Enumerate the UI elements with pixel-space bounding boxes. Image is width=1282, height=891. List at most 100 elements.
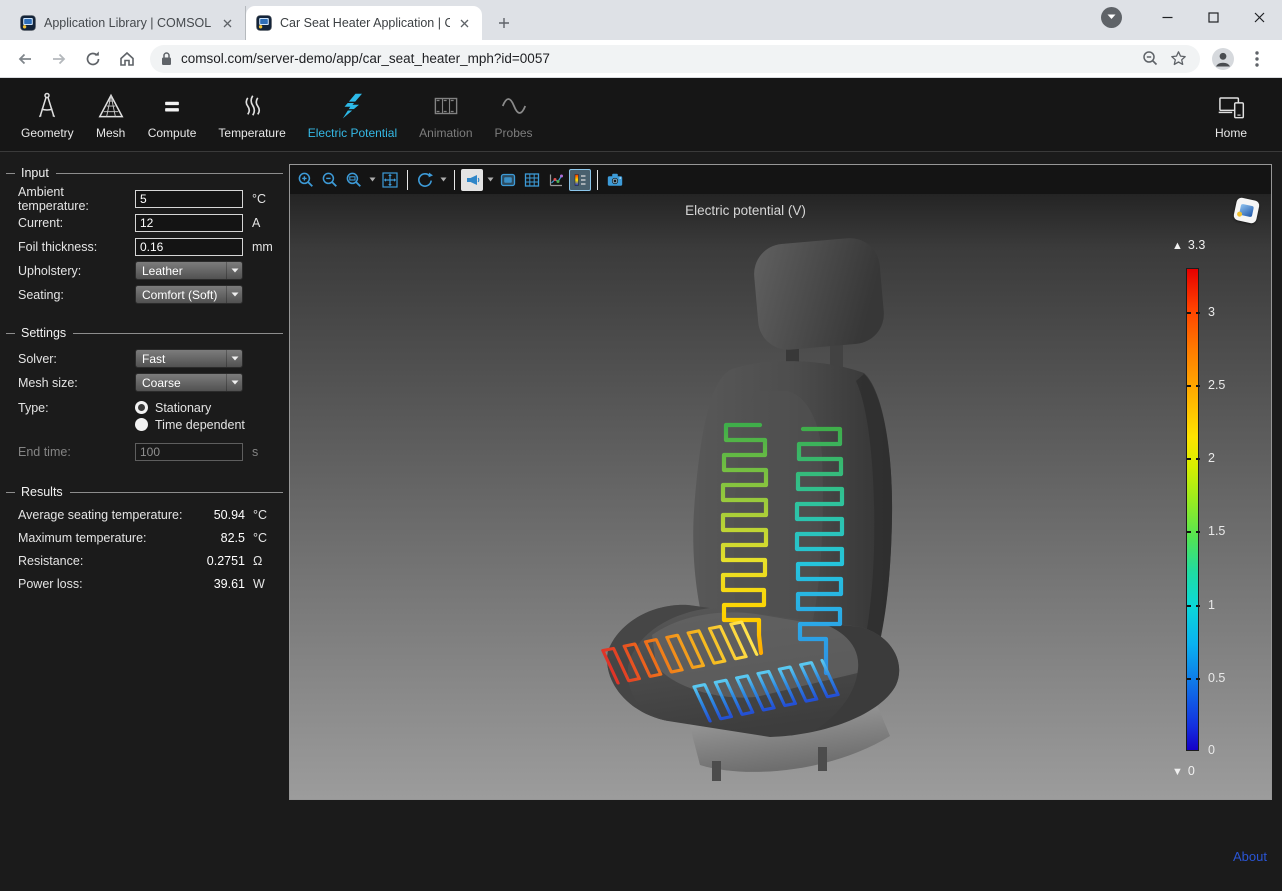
chevron-down-icon xyxy=(226,286,242,303)
unit-label: Ω xyxy=(253,554,283,568)
field-upholstery: Upholstery: Leather xyxy=(18,261,283,280)
bookmark-star-icon[interactable] xyxy=(1166,47,1190,71)
animation-filmstrip-icon xyxy=(431,89,461,121)
field-current: Current: A xyxy=(18,213,283,232)
forward-button[interactable] xyxy=(45,45,73,73)
mesh-size-select[interactable]: Coarse xyxy=(135,373,243,392)
minimize-button[interactable] xyxy=(1144,1,1190,33)
colorbar-tick-label: 0 xyxy=(1208,743,1215,757)
field-type-option-2: Time dependent xyxy=(135,417,283,432)
toolbar-item-compute[interactable]: Compute xyxy=(137,83,208,147)
screenshot-camera-button[interactable] xyxy=(604,169,626,191)
electric-potential-bolt-icon xyxy=(337,89,367,121)
color-legend-toggle-button[interactable] xyxy=(569,169,591,191)
zoom-in-button[interactable] xyxy=(295,169,317,191)
zoom-box-dropdown-icon[interactable] xyxy=(367,177,377,182)
result-value: 39.61 xyxy=(193,577,245,591)
comsol-favicon xyxy=(256,15,272,31)
colorbar-tick xyxy=(1187,458,1191,460)
mesh-icon xyxy=(96,89,126,121)
geometry-icon xyxy=(32,89,62,121)
end-time-input xyxy=(135,443,243,461)
current-input[interactable] xyxy=(135,214,243,232)
graphics-toolbar xyxy=(290,165,1271,194)
upholstery-select[interactable]: Leather xyxy=(135,261,243,280)
reload-button[interactable] xyxy=(79,45,107,73)
compute-equals-icon xyxy=(157,89,187,121)
browser-home-button[interactable] xyxy=(113,45,141,73)
toolbar-item-electric-potential[interactable]: Electric Potential xyxy=(297,83,408,147)
address-bar[interactable]: comsol.com/server-demo/app/car_seat_heat… xyxy=(150,45,1200,73)
plot-title: Electric potential (V) xyxy=(290,203,1201,218)
view-dropdown-icon[interactable] xyxy=(485,177,495,182)
colorbar: ▲3.3 3 2.5 2 1.5 1 0.5 0 ▼0 xyxy=(1186,268,1199,751)
zoom-box-button[interactable] xyxy=(343,169,365,191)
show-axes-button[interactable] xyxy=(545,169,567,191)
toolbar-item-animation[interactable]: Animation xyxy=(408,83,483,147)
colorbar-tick-label: 1.5 xyxy=(1208,524,1225,538)
browser-tab-application-library[interactable]: Application Library | COMSOL Se xyxy=(10,6,246,40)
unit-label: °C xyxy=(252,192,266,206)
section-settings: Settings xyxy=(6,326,283,340)
browser-menu-icon[interactable] xyxy=(1243,45,1271,73)
section-input: Input xyxy=(6,166,283,180)
toolbar-item-probes[interactable]: Probes xyxy=(484,83,544,147)
solver-select[interactable]: Fast xyxy=(135,349,243,368)
new-tab-button[interactable] xyxy=(490,9,518,37)
browser-tab-car-seat-heater[interactable]: Car Seat Heater Application | CO xyxy=(246,6,482,40)
close-window-button[interactable] xyxy=(1236,1,1282,33)
toolbar-separator xyxy=(454,170,455,190)
window-controls xyxy=(1101,0,1282,34)
about-link[interactable]: About xyxy=(1233,849,1267,864)
colorbar-tick xyxy=(1187,385,1191,387)
show-grid-button[interactable] xyxy=(521,169,543,191)
avatar[interactable] xyxy=(1209,45,1237,73)
temperature-icon xyxy=(237,89,267,121)
toolbar-item-mesh[interactable]: Mesh xyxy=(85,83,137,147)
comsol-favicon xyxy=(20,15,36,31)
colorbar-tick xyxy=(1187,312,1191,314)
unit-label: mm xyxy=(252,240,273,254)
browser-update-indicator-icon[interactable] xyxy=(1101,7,1122,28)
result-value: 82.5 xyxy=(193,531,245,545)
back-button[interactable] xyxy=(11,45,39,73)
comsol-logo-button[interactable] xyxy=(1233,197,1260,224)
rotate-view-button[interactable] xyxy=(414,169,436,191)
radio-stationary[interactable] xyxy=(135,401,148,414)
field-ambient-temperature: Ambient temperature: °C xyxy=(18,189,283,208)
zoom-extents-button[interactable] xyxy=(379,169,401,191)
tab-close-icon[interactable] xyxy=(456,15,472,31)
app-body: Input Ambient temperature: °C Current: A… xyxy=(0,151,1282,891)
tab-title: Application Library | COMSOL Se xyxy=(44,16,213,30)
colorbar-tick-label: 2.5 xyxy=(1208,378,1225,392)
max-marker-icon: ▲ xyxy=(1172,240,1183,252)
foil-thickness-input[interactable] xyxy=(135,238,243,256)
maximize-button[interactable] xyxy=(1190,1,1236,33)
colorbar-tick-label: 1 xyxy=(1208,598,1215,612)
field-foil-thickness: Foil thickness: mm xyxy=(18,237,283,256)
url-text[interactable]: comsol.com/server-demo/app/car_seat_heat… xyxy=(181,51,1134,66)
radio-time-dependent[interactable] xyxy=(135,418,148,431)
colorbar-tick-label: 2 xyxy=(1208,451,1215,465)
tab-close-icon[interactable] xyxy=(219,15,235,31)
unit-label: s xyxy=(252,445,258,459)
seating-select[interactable]: Comfort (Soft) xyxy=(135,285,243,304)
rotate-dropdown-icon[interactable] xyxy=(438,177,448,182)
zoom-out-button[interactable] xyxy=(319,169,341,191)
result-row-average-seating-temperature: Average seating temperature: 50.94 °C xyxy=(18,508,283,522)
go-to-view-button[interactable] xyxy=(461,169,483,191)
colorbar-tick xyxy=(1187,678,1191,680)
scene-light-button[interactable] xyxy=(497,169,519,191)
field-solver: Solver: Fast xyxy=(18,349,283,368)
toolbar-item-home[interactable]: Home xyxy=(1204,83,1258,147)
ambient-temperature-input[interactable] xyxy=(135,190,243,208)
toolbar-separator xyxy=(597,170,598,190)
toolbar-separator xyxy=(407,170,408,190)
zoom-level-icon[interactable] xyxy=(1138,47,1162,71)
seat-leg xyxy=(712,761,721,781)
result-value: 50.94 xyxy=(193,508,245,522)
plot-canvas[interactable]: Electric potential (V) xyxy=(290,194,1271,799)
toolbar-item-temperature[interactable]: Temperature xyxy=(207,83,296,147)
unit-label: W xyxy=(253,577,283,591)
toolbar-item-geometry[interactable]: Geometry xyxy=(10,83,85,147)
